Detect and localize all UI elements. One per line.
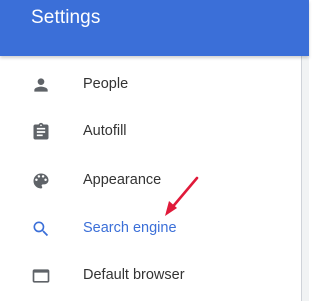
clipboard-icon [31,122,51,142]
sidebar-item-label: Default browser [83,267,185,283]
sidebar-item-autofill[interactable]: Autofill [0,108,301,156]
settings-header: Settings [0,0,309,56]
sidebar-item-people[interactable]: People [0,61,301,109]
sidebar-item-appearance[interactable]: Appearance [0,157,301,205]
sidebar-item-label: Appearance [83,172,162,188]
content-area-edge [302,56,309,301]
settings-sidebar: People Autofill Appearance Search engine… [0,56,302,301]
sidebar-item-default-browser[interactable]: Default browser [0,252,301,300]
sidebar-item-label: Search engine [83,220,177,236]
sidebar-item-search-engine[interactable]: Search engine [0,205,301,253]
palette-icon [31,171,51,191]
browser-window-icon [31,266,51,286]
person-icon [31,75,51,95]
sidebar-item-label: People [83,76,129,92]
sidebar-item-label: Autofill [83,123,127,139]
page-title: Settings [31,7,101,28]
search-icon [31,219,51,239]
